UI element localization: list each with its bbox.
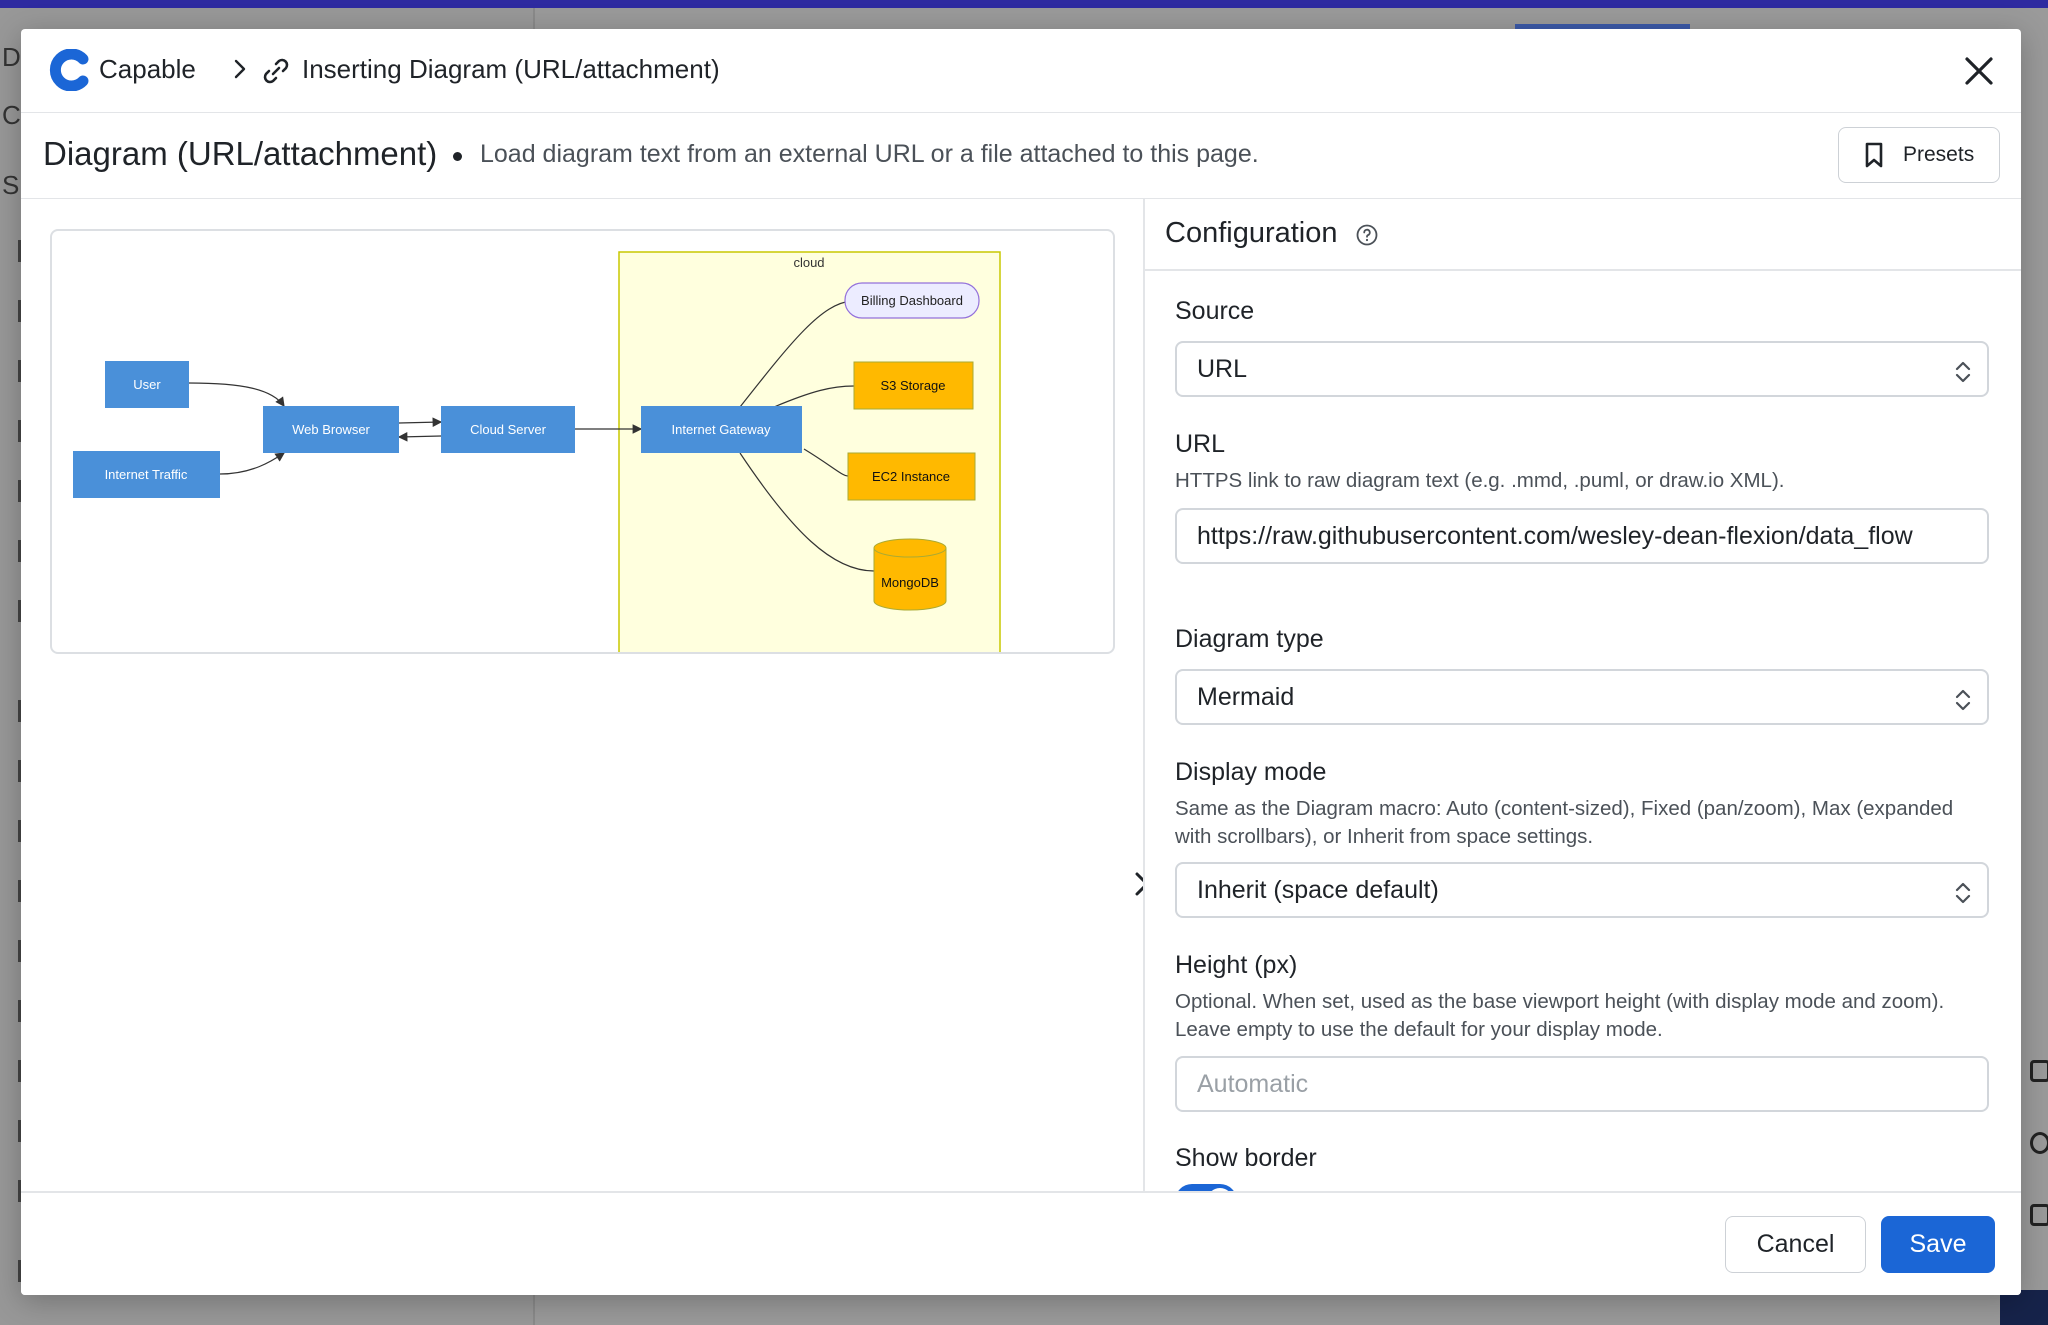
capable-logo-icon xyxy=(49,49,89,91)
node-internet-gateway: Internet Gateway xyxy=(641,406,802,453)
configuration-header: Configuration xyxy=(1145,199,2021,271)
node-mongodb: MongoDB xyxy=(873,538,947,611)
select-arrows-icon xyxy=(1955,689,1971,711)
node-internet-gateway-label: Internet Gateway xyxy=(672,422,771,437)
chevron-right-icon xyxy=(234,59,246,79)
node-ec2-instance-label: EC2 Instance xyxy=(872,469,950,484)
node-s3-storage: S3 Storage xyxy=(853,361,974,410)
url-label: URL xyxy=(1175,430,1226,458)
node-cloud-server-label: Cloud Server xyxy=(470,422,547,437)
modal-footer: Cancel Save xyxy=(21,1191,2021,1295)
node-internet-traffic-label: Internet Traffic xyxy=(105,467,188,482)
background-corner-widget xyxy=(2000,1290,2048,1325)
app-name: Capable xyxy=(99,54,196,84)
source-value: URL xyxy=(1197,354,1248,383)
node-mongodb-label: MongoDB xyxy=(881,575,939,590)
link-icon xyxy=(263,58,289,84)
info-icon xyxy=(2030,1132,2048,1154)
height-label: Height (px) xyxy=(1175,951,1298,979)
height-input[interactable]: Automatic xyxy=(1175,1056,1989,1112)
node-ec2-instance: EC2 Instance xyxy=(847,452,976,501)
background-top-bar xyxy=(0,0,2048,8)
node-web-browser: Web Browser xyxy=(263,406,399,453)
height-placeholder: Automatic xyxy=(1197,1069,1309,1098)
diagram-preview[interactable]: cloud User Internet Traffic Web Browser … xyxy=(50,229,1115,654)
url-help-text: HTTPS link to raw diagram text (e.g. .mm… xyxy=(1175,469,1785,492)
macro-subheader: Diagram (URL/attachment) Load diagram te… xyxy=(21,113,2021,199)
presets-button[interactable]: Presets xyxy=(1838,127,2000,183)
configuration-pane: Configuration Source URL URL HTTPS link … xyxy=(1145,199,2021,1191)
help-icon[interactable] xyxy=(1355,223,1379,247)
edge-traffic-browser xyxy=(219,452,285,475)
show-border-toggle[interactable] xyxy=(1175,1184,1237,1191)
presets-label: Presets xyxy=(1903,143,1975,166)
preview-pane: cloud User Internet Traffic Web Browser … xyxy=(21,199,1163,1191)
edge-server-browser xyxy=(397,432,442,442)
select-arrows-icon xyxy=(1955,361,1971,383)
close-icon[interactable] xyxy=(1959,51,1999,91)
breadcrumb-title: Inserting Diagram (URL/attachment) xyxy=(302,54,720,84)
source-select[interactable]: URL xyxy=(1175,341,1989,397)
show-border-label: Show border xyxy=(1175,1144,1317,1172)
save-button[interactable]: Save xyxy=(1881,1216,1995,1273)
edge-browser-server xyxy=(398,417,443,427)
source-label: Source xyxy=(1175,297,1255,325)
node-user-label: User xyxy=(133,377,161,392)
node-web-browser-label: Web Browser xyxy=(292,422,370,437)
separator-dot xyxy=(453,152,462,161)
diagram-type-select[interactable]: Mermaid xyxy=(1175,669,1989,725)
url-value: https://raw.githubusercontent.com/wesley… xyxy=(1197,521,1913,550)
node-billing-dashboard-label: Billing Dashboard xyxy=(861,293,963,308)
comment-icon xyxy=(2030,1060,2048,1082)
url-input[interactable]: https://raw.githubusercontent.com/wesley… xyxy=(1175,508,1989,564)
macro-description: Load diagram text from an external URL o… xyxy=(480,140,1259,168)
insert-diagram-modal: Capable Inserting Diagram (URL/attachmen… xyxy=(21,29,2021,1295)
display-mode-help-text: Same as the Diagram macro: Auto (content… xyxy=(1175,797,1954,848)
select-arrows-icon xyxy=(1955,882,1971,904)
cloud-cluster-label: cloud xyxy=(793,255,824,270)
node-internet-traffic: Internet Traffic xyxy=(73,451,220,498)
configuration-title: Configuration xyxy=(1165,217,1338,249)
edge-user-browser xyxy=(188,382,285,407)
macro-title: Diagram (URL/attachment) xyxy=(43,135,438,172)
display-mode-label: Display mode xyxy=(1175,758,1327,786)
node-s3-storage-label: S3 Storage xyxy=(880,378,945,393)
display-mode-value: Inherit (space default) xyxy=(1197,875,1439,904)
diagram-canvas: cloud User Internet Traffic Web Browser … xyxy=(73,251,1001,652)
node-user: User xyxy=(105,361,189,408)
bookmark-icon xyxy=(1865,142,1883,168)
cancel-button[interactable]: Cancel xyxy=(1725,1216,1866,1273)
modal-header: Capable Inserting Diagram (URL/attachmen… xyxy=(21,29,2021,113)
node-cloud-server: Cloud Server xyxy=(441,406,575,453)
diagram-type-label: Diagram type xyxy=(1175,625,1324,653)
display-mode-select[interactable]: Inherit (space default) xyxy=(1175,862,1989,918)
background-sidebar-text: S xyxy=(2,170,20,200)
diagram-type-value: Mermaid xyxy=(1197,682,1295,711)
height-help-text: Optional. When set, used as the base vie… xyxy=(1175,990,1945,1041)
node-billing-dashboard: Billing Dashboard xyxy=(844,282,980,319)
panel-icon xyxy=(2030,1204,2048,1226)
